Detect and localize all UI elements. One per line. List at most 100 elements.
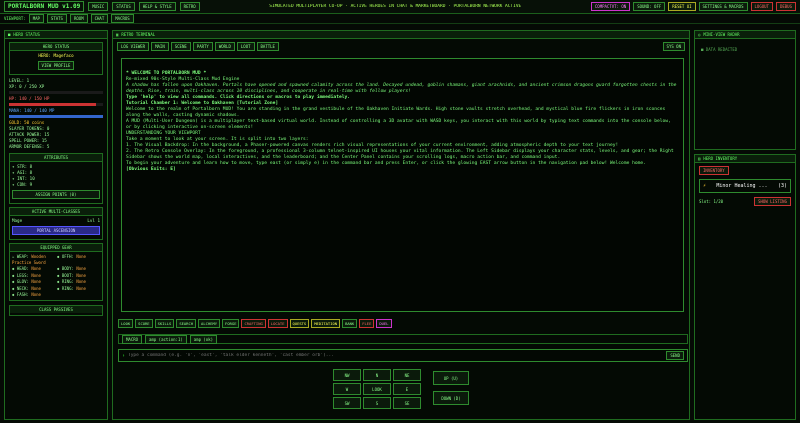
look-button[interactable]: LOOK: [118, 319, 134, 328]
equip-slot[interactable]: ◆ OFFH: None: [57, 254, 100, 265]
con-stat: ✦ CON: 9: [12, 182, 100, 188]
tab-party[interactable]: PARTY: [192, 42, 213, 51]
reset-ui-button[interactable]: RESET UI: [668, 2, 696, 11]
shield-icon: ◆: [57, 254, 60, 259]
left-sidebar-header: ■ HERO STATUS: [5, 31, 107, 39]
slot-value: None: [31, 266, 41, 271]
slot-name: BODY:: [61, 266, 74, 271]
equip-slot[interactable]: ◆ RING: None: [57, 286, 100, 292]
navigation-pad: NW N NE W LOOK E SW S SE: [333, 369, 421, 409]
macro-slot-2[interactable]: amp (ok): [189, 334, 218, 344]
equip-slot[interactable]: ◆ GLOV: None: [12, 279, 55, 285]
tab-world[interactable]: WORLD: [214, 42, 235, 51]
tab-battle[interactable]: BATTLE: [256, 42, 279, 51]
equip-slot[interactable]: ◆ LEGS: None: [12, 273, 55, 279]
equip-slot[interactable]: ◆ HEAD: None: [12, 266, 55, 272]
app-brand: PORTALBORN MUD v1.09: [4, 1, 85, 12]
sound-toggle[interactable]: SOUND: OFF: [633, 2, 666, 11]
inventory-tab[interactable]: INVENTORY: [699, 166, 729, 175]
assign-points-button[interactable]: ASSIGN POINTS (0): [12, 190, 100, 199]
equip-slot[interactable]: ◆ BODY: None: [57, 266, 100, 272]
forge-button[interactable]: FORGE: [222, 319, 240, 328]
move-up-button[interactable]: UP (U): [433, 371, 469, 385]
tab-main[interactable]: MAIN: [151, 42, 169, 51]
show-listing-button[interactable]: SHOW LISTING: [754, 197, 791, 206]
music-button[interactable]: MUSIC: [88, 2, 109, 11]
bag-icon: ▤: [698, 156, 701, 161]
viewport-stats-button[interactable]: STATS: [46, 14, 67, 23]
prompt-icon: ›: [122, 352, 126, 359]
inventory-item-name: Minor Healing ...: [716, 183, 768, 189]
viewport-macros-button[interactable]: MACROS: [111, 14, 134, 23]
view-profile-button[interactable]: VIEW PROFILE: [38, 61, 74, 70]
debug-button[interactable]: DEBUG: [775, 2, 796, 11]
flee-button[interactable]: FLEE: [359, 319, 375, 328]
inventory-title: HERO INVENTORY: [703, 156, 738, 161]
inventory-header: ▤ HERO INVENTORY: [695, 155, 795, 163]
xp-bar: [9, 91, 103, 94]
search-button[interactable]: SEARCH: [176, 319, 197, 328]
armor-stat: ARMOR DEFENSE: 5: [9, 144, 50, 149]
equip-slot[interactable]: ◆ RING: None: [57, 279, 100, 285]
viewport-map-button[interactable]: MAP: [28, 14, 44, 23]
duel-button[interactable]: DUEL: [376, 319, 392, 328]
viewport-chat-button[interactable]: CHAT: [90, 14, 109, 23]
move-ne-button[interactable]: NE: [393, 369, 421, 381]
move-sw-button[interactable]: SW: [333, 397, 361, 409]
viewport-room-button[interactable]: ROOM: [69, 14, 88, 23]
logout-button[interactable]: LOGOUT: [750, 2, 773, 11]
meditation-button[interactable]: MEDITATION: [311, 319, 341, 328]
move-w-button[interactable]: W: [333, 383, 361, 395]
log-line: A MUD (Multi-User Dungeon) is a multipla…: [126, 119, 671, 130]
slot-value: None: [76, 279, 86, 284]
tab-loot[interactable]: LOOT: [236, 42, 255, 51]
left-sidebar-title: HERO STATUS: [13, 32, 40, 37]
user-icon: ■: [8, 32, 11, 37]
move-se-button[interactable]: SE: [393, 397, 421, 409]
fashion-icon: ◆: [12, 292, 15, 297]
hero-status-heading: HERO STATUS: [10, 43, 102, 51]
mana-bar: [9, 115, 103, 118]
status-button[interactable]: STATUS: [112, 2, 135, 11]
move-s-button[interactable]: S: [363, 397, 391, 409]
help-style-button[interactable]: HELP & STYLE: [138, 2, 176, 11]
look-pad-button[interactable]: LOOK: [363, 383, 391, 395]
passives-section: CLASS PASSIVES: [9, 304, 103, 316]
macro-slot-1[interactable]: amp (action:1): [145, 334, 187, 344]
retro-button[interactable]: RETRO: [179, 2, 200, 11]
score-button[interactable]: SCORE: [135, 319, 153, 328]
terminal-log[interactable]: * WELCOME TO PORTALBORN MUD * Re-mixed 9…: [121, 58, 684, 312]
equip-slot[interactable]: ◆ NECK: None: [12, 286, 55, 292]
tab-scene[interactable]: SCENE: [170, 42, 191, 51]
equipment-section: EQUIPPED GEAR ⚔ WEAP: Wooden Practice Sw…: [9, 243, 103, 301]
mana-bar-fill: [9, 115, 103, 118]
slot-name: FASH:: [16, 292, 29, 297]
portal-ascension-button[interactable]: PORTAL ASCENSION: [12, 226, 100, 235]
send-button[interactable]: SEND: [666, 351, 684, 360]
equip-slot[interactable]: ⚔ WEAP: Wooden Practice Sword: [12, 254, 55, 265]
radar-label: ■ DATA REDACTED: [701, 47, 789, 52]
move-e-button[interactable]: E: [393, 383, 421, 395]
terminal-icon: ▣: [116, 32, 119, 37]
inventory-item[interactable]: ⚡ Minor Healing ... (3): [699, 179, 791, 193]
command-input[interactable]: [128, 353, 664, 358]
equip-slot[interactable]: ◆ BOOT: None: [57, 273, 100, 279]
ring-icon: ◆: [57, 279, 60, 284]
compact-toggle[interactable]: COMPACTVT: ON: [590, 2, 631, 11]
crafting-button[interactable]: CRAFTING: [241, 319, 266, 328]
alchemy-button[interactable]: ALCHEMY: [198, 319, 221, 328]
bank-button[interactable]: BANK: [342, 319, 358, 328]
inventory-slots: Slot: 1/20: [699, 199, 724, 204]
move-nw-button[interactable]: NW: [333, 369, 361, 381]
move-down-button[interactable]: DOWN (D): [433, 391, 469, 405]
legs-icon: ◆: [12, 272, 15, 278]
tab-log-viewer[interactable]: LOG VIEWER: [117, 42, 150, 51]
equip-slot[interactable]: ◆ FASH: None: [12, 292, 55, 298]
top-bar: PORTALBORN MUD v1.09 MUSIC STATUS HELP &…: [0, 0, 800, 14]
move-n-button[interactable]: N: [363, 369, 391, 381]
locate-button[interactable]: LOCATE: [267, 319, 288, 328]
settings-button[interactable]: SETTINGS & MACROS: [698, 2, 748, 11]
con-value: CON: 9: [17, 182, 33, 187]
quests-button[interactable]: QUESTS: [289, 319, 310, 328]
skills-button[interactable]: SKILLS: [154, 319, 175, 328]
